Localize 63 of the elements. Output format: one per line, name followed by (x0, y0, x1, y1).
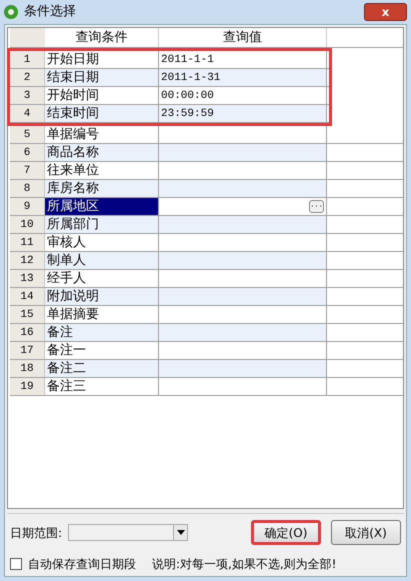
condition-cell[interactable]: 附加说明 (45, 288, 159, 305)
value-cell[interactable]: 23:59:59 (159, 105, 327, 122)
condition-cell[interactable]: 单据摘要 (45, 306, 159, 323)
column-header: 查询值 (159, 28, 327, 47)
note-text: 说明:对每一项,如果不选,则为全部! (152, 556, 336, 573)
column-header: 查询条件 (45, 28, 159, 47)
row-number: 6 (10, 144, 45, 161)
value-cell[interactable] (159, 180, 327, 197)
header-corner (10, 28, 45, 47)
condition-cell[interactable]: 备注 (45, 324, 159, 341)
condition-cell[interactable]: 商品名称 (45, 144, 159, 161)
date-range-label: 日期范围: (10, 524, 62, 542)
row-number: 15 (10, 306, 45, 323)
value-cell[interactable]: 2011-1-1 (159, 51, 327, 68)
close-button[interactable]: x (364, 3, 407, 21)
condition-cell[interactable]: 开始时间 (45, 87, 159, 104)
app-icon (4, 5, 18, 19)
condition-cell[interactable]: 备注二 (45, 360, 159, 377)
condition-cell[interactable]: 经手人 (45, 270, 159, 287)
value-cell[interactable] (159, 360, 327, 377)
row-number: 11 (10, 234, 45, 251)
row-number: 13 (10, 270, 45, 287)
value-cell[interactable]: 2011-1-31 (159, 69, 327, 86)
value-cell[interactable]: 00:00:00 (159, 87, 327, 104)
row-number: 8 (10, 180, 45, 197)
condition-cell[interactable]: 所属部门 (45, 216, 159, 233)
condition-cell[interactable]: 结束时间 (45, 105, 159, 122)
row-number: 18 (10, 360, 45, 377)
value-cell[interactable] (159, 252, 327, 269)
row-number: 3 (10, 87, 45, 104)
row-number: 5 (10, 126, 45, 143)
row-number: 14 (10, 288, 45, 305)
condition-cell[interactable]: 审核人 (45, 234, 159, 251)
row-number: 16 (10, 324, 45, 341)
row-number: 10 (10, 216, 45, 233)
condition-cell[interactable]: 单据编号 (45, 126, 159, 143)
condition-cell[interactable]: 备注一 (45, 342, 159, 359)
condition-cell[interactable]: 制单人 (45, 252, 159, 269)
row-number: 4 (10, 105, 45, 122)
condition-cell[interactable]: 所属地区 (45, 198, 159, 215)
row-number: 17 (10, 342, 45, 359)
checkbox[interactable] (10, 558, 22, 570)
row-number: 1 (10, 51, 45, 68)
row-number: 2 (10, 69, 45, 86)
row-number: 7 (10, 162, 45, 179)
dialog-button[interactable]: 确定(O) (251, 520, 321, 545)
condition-cell[interactable]: 开始日期 (45, 51, 159, 68)
value-cell[interactable] (159, 288, 327, 305)
condition-cell[interactable]: 结束日期 (45, 69, 159, 86)
window-title: 条件选择 (24, 3, 76, 22)
condition-cell[interactable]: 库房名称 (45, 180, 159, 197)
row-number: 19 (10, 378, 45, 395)
condition-cell[interactable]: 往来单位 (45, 162, 159, 179)
checkbox-label: 自动保存查询日期段 (28, 556, 136, 573)
dialog-button[interactable]: 取消(X) (331, 520, 401, 545)
dropdown-arrow-icon (176, 530, 185, 535)
date-range-dropdown[interactable] (68, 524, 188, 541)
condition-cell[interactable]: 备注三 (45, 378, 159, 395)
value-cell[interactable] (159, 324, 327, 341)
value-cell[interactable] (159, 216, 327, 233)
value-cell[interactable] (159, 144, 327, 161)
row-number: 9 (10, 198, 45, 215)
row-number: 12 (10, 252, 45, 269)
